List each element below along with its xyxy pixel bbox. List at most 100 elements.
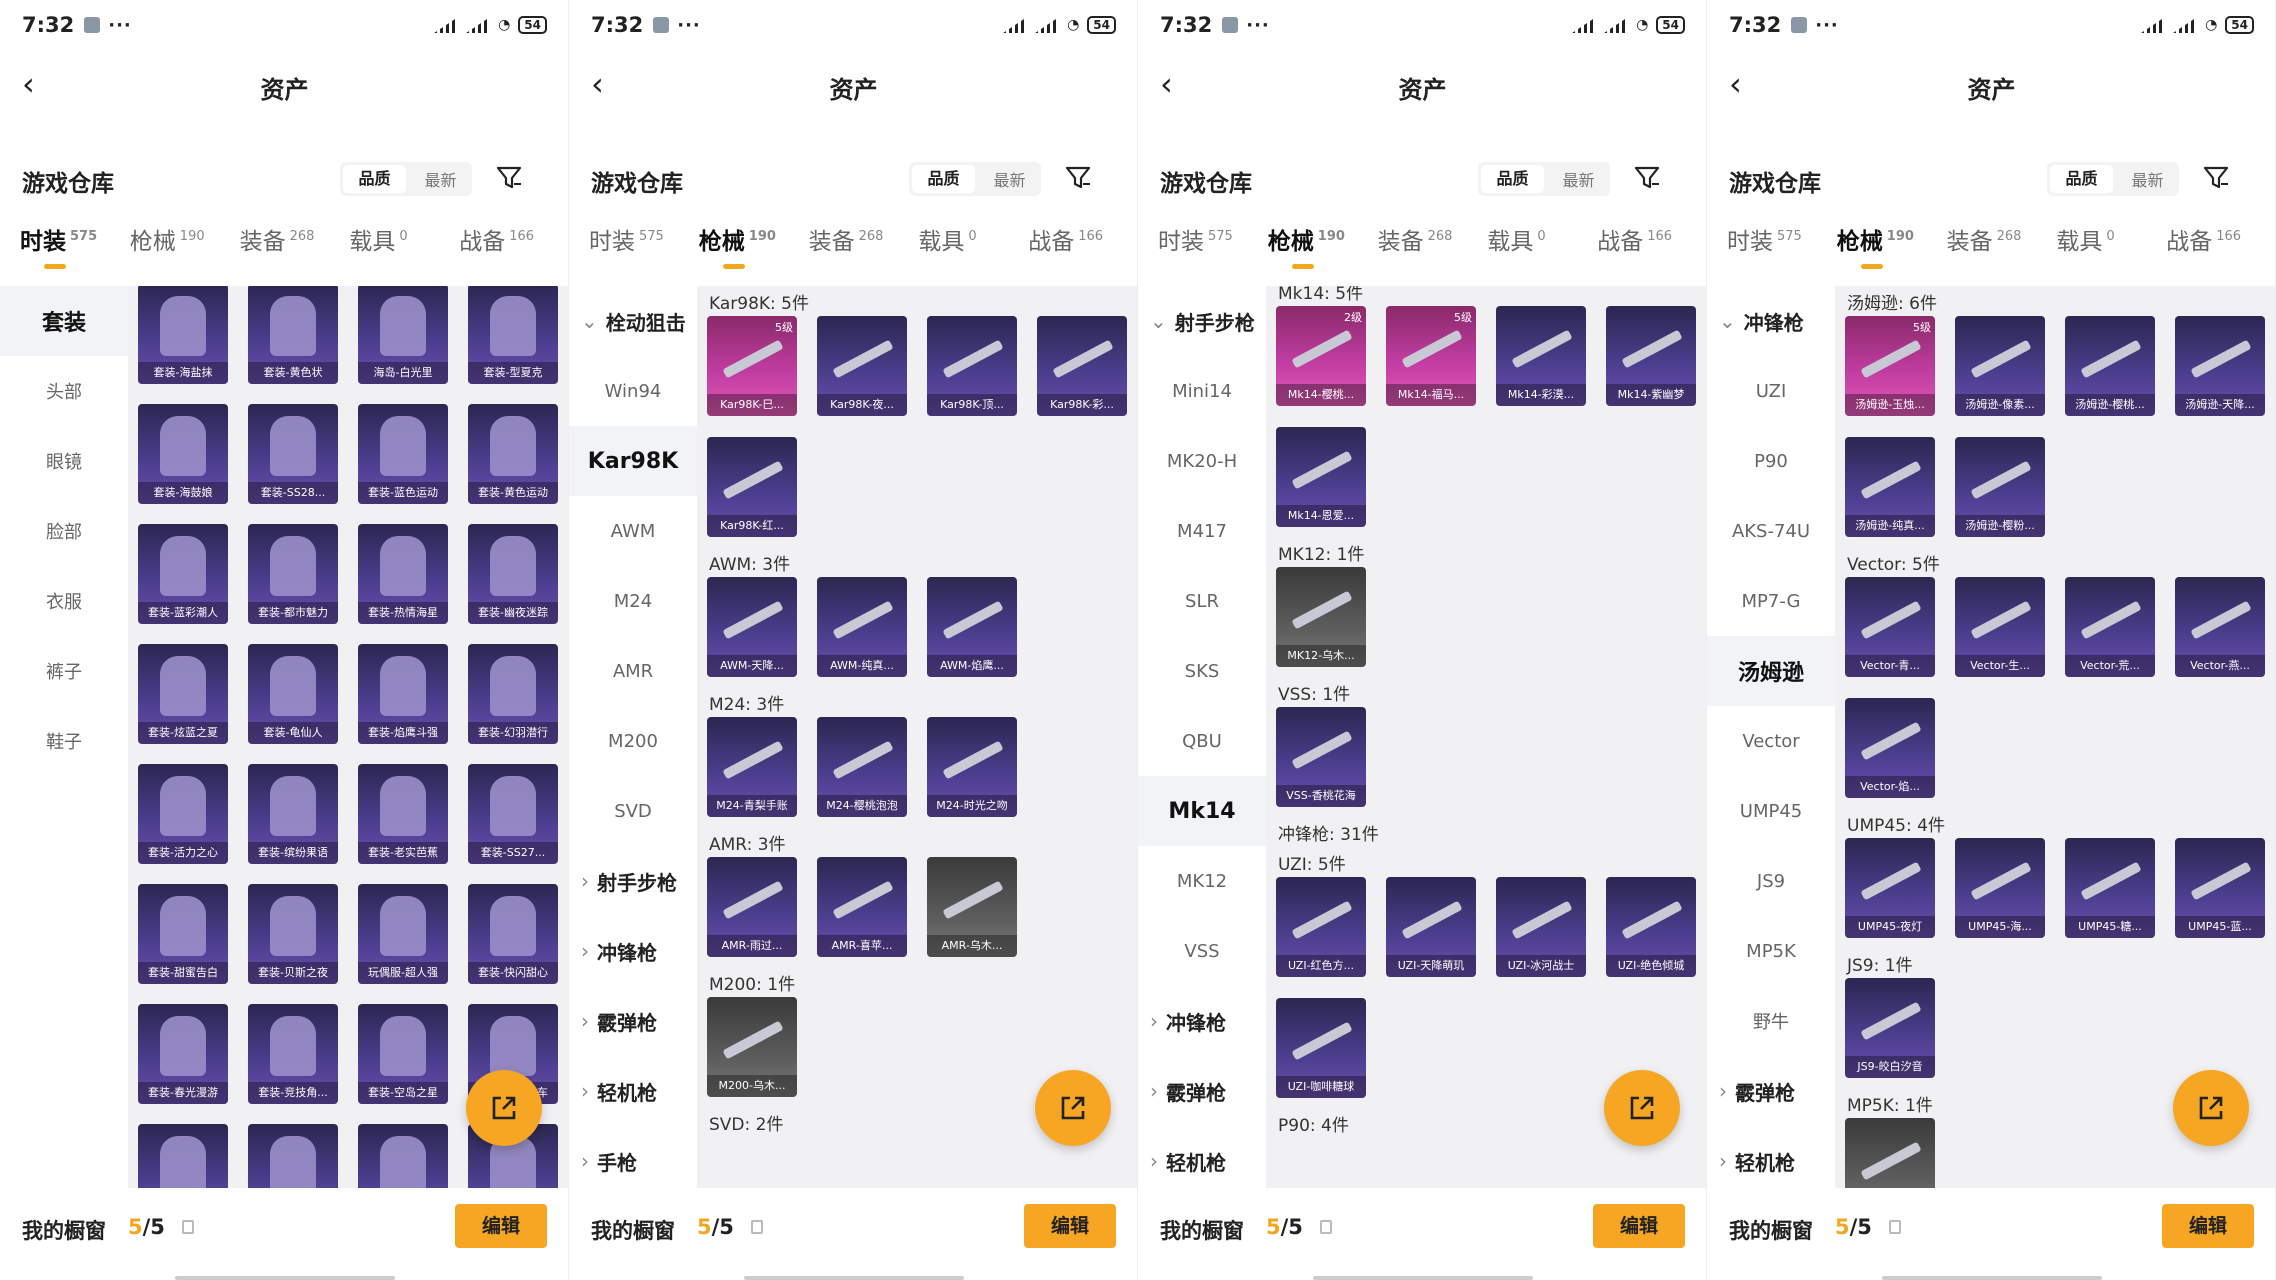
edit-button[interactable]: 编辑 [1024, 1204, 1116, 1248]
tab-2[interactable]: 装备 268 [809, 222, 919, 256]
item-tile[interactable]: 套装-海鼓娘 [138, 404, 228, 504]
tab-4[interactable]: 战备 166 [2166, 222, 2275, 256]
item-tile[interactable]: 套装-白熊同游 [358, 1124, 448, 1188]
tab-0[interactable]: 时装 575 [589, 222, 699, 256]
sidebar-item[interactable]: AKS-74U [1707, 496, 1835, 566]
item-tile[interactable]: UZI-冰河战士 [1496, 877, 1586, 977]
item-tile[interactable]: 5级 汤姆逊-玉烛... [1845, 316, 1935, 416]
sidebar-item[interactable]: MK12 [1138, 846, 1266, 916]
sidebar-item[interactable]: Mini14 [1138, 356, 1266, 426]
filter-icon[interactable] [495, 164, 523, 192]
item-tile[interactable]: Kar98K-彩... [1037, 316, 1127, 416]
item-tile[interactable]: UMP45-糖... [2065, 838, 2155, 938]
filter-icon[interactable] [2202, 164, 2230, 192]
item-tile[interactable]: 套装-蓝彩潮人 [138, 524, 228, 624]
share-button[interactable] [1035, 1070, 1111, 1146]
item-tile[interactable]: 5级 Kar98K-巳... [707, 316, 797, 416]
sidebar-item[interactable]: 冲锋枪 [569, 916, 697, 986]
item-tile[interactable]: 套装-竞技角... [248, 1004, 338, 1104]
tab-1[interactable]: 枪械 190 [1268, 222, 1378, 269]
item-tile[interactable]: AWM-天降... [707, 577, 797, 677]
item-tile[interactable]: AWM-纯真... [817, 577, 907, 677]
edit-button[interactable]: 编辑 [2162, 1204, 2254, 1248]
sidebar-item[interactable]: 射手步枪 [1138, 286, 1266, 356]
edit-button[interactable]: 编辑 [1593, 1204, 1685, 1248]
sort-quality-button[interactable]: 品质 [1481, 165, 1544, 193]
sidebar-item[interactable]: JS9 [1707, 846, 1835, 916]
item-tile[interactable]: 套装-焰鹰斗强 [358, 644, 448, 744]
item-tile[interactable]: Vector-青... [1845, 577, 1935, 677]
sidebar-item[interactable]: P90 [1707, 426, 1835, 496]
sidebar-item[interactable]: M200 [569, 706, 697, 776]
item-tile[interactable]: 套装-竞技战... [248, 1124, 338, 1188]
item-tile[interactable]: M24-樱桃泡泡 [817, 717, 907, 817]
sidebar-item[interactable]: Vector [1707, 706, 1835, 776]
home-indicator[interactable] [1313, 1276, 1533, 1280]
sidebar-item[interactable]: SVD [569, 776, 697, 846]
item-tile[interactable]: Kar98K-红... [707, 437, 797, 537]
item-tile[interactable]: 汤姆逊-纯真... [1845, 437, 1935, 537]
sort-latest-button[interactable]: 最新 [1547, 167, 1610, 191]
sidebar-item[interactable]: Win94 [569, 356, 697, 426]
tab-2[interactable]: 装备 268 [240, 222, 350, 256]
sidebar-item[interactable]: Mk14 [1138, 776, 1266, 846]
item-tile[interactable]: M24-青梨手账 [707, 717, 797, 817]
item-tile[interactable]: 汤姆逊-天降... [2175, 316, 2265, 416]
item-tile[interactable]: 套装-黄色运动 [468, 404, 558, 504]
item-tile[interactable]: 套装-SS28... [248, 404, 338, 504]
sidebar-item[interactable]: QBU [1138, 706, 1266, 776]
item-tile[interactable]: 2级 Mk14-樱桃... [1276, 306, 1366, 406]
sidebar-item[interactable]: 头部 [0, 356, 128, 426]
share-button[interactable] [466, 1070, 542, 1146]
sidebar-item[interactable]: 轻机枪 [1138, 1126, 1266, 1196]
sidebar-item[interactable]: 霰弹枪 [1707, 1056, 1835, 1126]
sort-latest-button[interactable]: 最新 [409, 167, 472, 191]
tab-2[interactable]: 装备 268 [1378, 222, 1488, 256]
tab-3[interactable]: 载具 0 [2056, 222, 2166, 256]
edit-button[interactable]: 编辑 [455, 1204, 547, 1248]
sidebar-item[interactable]: M417 [1138, 496, 1266, 566]
item-tile[interactable]: 玩偶服-超人强 [358, 884, 448, 984]
item-tile[interactable]: AMR-乌木... [927, 857, 1017, 957]
item-tile[interactable] [1845, 1118, 1935, 1188]
item-tile[interactable]: 套装-热情海星 [358, 524, 448, 624]
sidebar-item[interactable]: SKS [1138, 636, 1266, 706]
sidebar-item[interactable]: 冲锋枪 [1707, 286, 1835, 356]
sidebar-item[interactable]: 轻机枪 [569, 1056, 697, 1126]
sidebar-item[interactable]: MK20-H [1138, 426, 1266, 496]
sidebar-item[interactable]: 衣服 [0, 566, 128, 636]
item-tile[interactable]: VSS-香桃花海 [1276, 707, 1366, 807]
sort-quality-button[interactable]: 品质 [2050, 165, 2113, 193]
sort-quality-button[interactable]: 品质 [912, 165, 975, 193]
sidebar-item[interactable]: UMP45 [1707, 776, 1835, 846]
item-tile[interactable]: 套装-SS27... [468, 764, 558, 864]
sidebar-item[interactable]: 汤姆逊 [1707, 636, 1835, 706]
item-tile[interactable]: 套装-型夏克 [468, 286, 558, 384]
sidebar-item[interactable]: 鞋子 [0, 706, 128, 776]
item-tile[interactable]: Kar98K-顶... [927, 316, 1017, 416]
tab-0[interactable]: 时装 575 [20, 222, 130, 269]
tab-4[interactable]: 战备 166 [1597, 222, 1706, 256]
item-tile[interactable]: AWM-焰鹰... [927, 577, 1017, 677]
sidebar-item[interactable]: 冲锋枪 [1138, 986, 1266, 1056]
tab-3[interactable]: 载具 0 [918, 222, 1028, 256]
item-tile[interactable]: 汤姆逊-樱桃... [2065, 316, 2155, 416]
home-indicator[interactable] [175, 1276, 395, 1280]
sidebar-item[interactable]: 套装 [0, 286, 128, 356]
sidebar-item[interactable]: VSS [1138, 916, 1266, 986]
share-button[interactable] [2173, 1070, 2249, 1146]
tab-0[interactable]: 时装 575 [1727, 222, 1837, 256]
sidebar-item[interactable]: 轻机枪 [1707, 1126, 1835, 1196]
item-tile[interactable]: 汤姆逊-樱粉... [1955, 437, 2045, 537]
filter-icon[interactable] [1064, 164, 1092, 192]
item-tile[interactable]: 海岛-白光里 [358, 286, 448, 384]
item-tile[interactable]: 套装-都市魅力 [248, 524, 338, 624]
tab-3[interactable]: 载具 0 [1487, 222, 1597, 256]
sidebar-item[interactable]: SLR [1138, 566, 1266, 636]
tab-1[interactable]: 枪械 190 [130, 222, 240, 256]
item-tile[interactable]: UMP45-夜灯 [1845, 838, 1935, 938]
item-tile[interactable]: MK12-乌木... [1276, 567, 1366, 667]
item-tile[interactable]: 套装-春光漫游 [138, 1004, 228, 1104]
tab-1[interactable]: 枪械 190 [1837, 222, 1947, 269]
item-tile[interactable]: 套装-贝斯之夜 [248, 884, 338, 984]
